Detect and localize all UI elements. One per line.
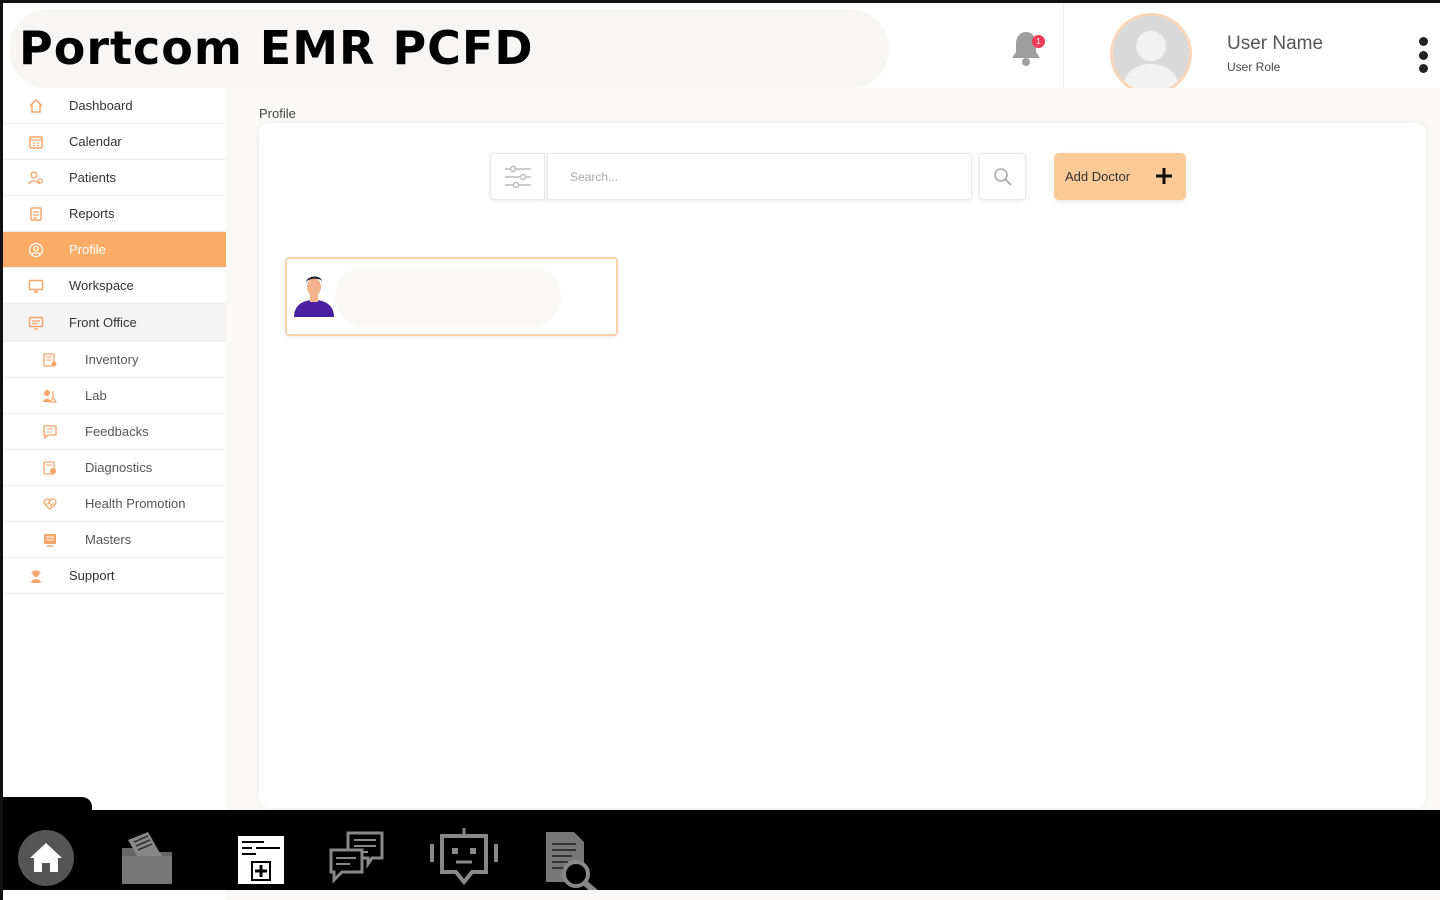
diagnostics-icon <box>41 459 59 477</box>
plus-icon <box>1156 168 1172 184</box>
feedback-icon <box>41 423 59 441</box>
user-silhouette-icon <box>1123 31 1179 92</box>
masters-icon <box>41 531 59 549</box>
inventory-icon <box>41 351 59 369</box>
notification-badge: 1 <box>1032 35 1045 48</box>
sidebar-item-label: Diagnostics <box>85 460 153 475</box>
sidebar-item-patients[interactable]: Patients <box>3 160 226 196</box>
sidebar-item-label: Profile <box>69 242 106 257</box>
window-frame-left <box>0 0 3 900</box>
sidebar-item-front-office[interactable]: Front Office <box>3 304 226 342</box>
profile-icon <box>27 241 45 259</box>
add-doctor-label: Add Doctor <box>1065 169 1131 184</box>
search-icon <box>993 167 1012 186</box>
home-icon <box>27 97 45 115</box>
sidebar-item-diagnostics[interactable]: Diagnostics <box>3 450 226 486</box>
sidebar: Dashboard Calendar Patients Reports Prof… <box>3 88 226 810</box>
sidebar-item-workspace[interactable]: Workspace <box>3 268 226 304</box>
home-icon[interactable] <box>16 828 76 893</box>
sidebar-item-label: Masters <box>85 532 132 547</box>
monitor-icon <box>27 277 45 295</box>
sidebar-item-calendar[interactable]: Calendar <box>3 124 226 160</box>
sidebar-item-reports[interactable]: Reports <box>3 196 226 232</box>
bottom-strip-left <box>0 890 226 900</box>
sidebar-item-inventory[interactable]: Inventory <box>3 342 226 378</box>
lab-icon <box>41 387 59 405</box>
sidebar-item-label: Patients <box>69 170 116 185</box>
calendar-icon <box>27 133 45 151</box>
notification-bell-icon[interactable] <box>1008 28 1044 68</box>
user-role: User Role <box>1227 60 1281 74</box>
sidebar-item-label: Inventory <box>85 352 139 367</box>
sidebar-item-label: Workspace <box>69 278 134 293</box>
more-options-icon[interactable] <box>1413 37 1433 73</box>
sidebar-item-label: Reports <box>69 206 115 221</box>
sidebar-item-profile[interactable]: Profile <box>3 232 226 268</box>
search-input[interactable] <box>547 153 972 200</box>
reports-icon <box>27 205 45 223</box>
sidebar-item-feedbacks[interactable]: Feedbacks <box>3 414 226 450</box>
sidebar-item-masters[interactable]: Masters <box>3 522 226 558</box>
breadcrumb: Profile <box>259 106 296 121</box>
chat-icon[interactable] <box>328 830 386 891</box>
patients-icon <box>27 169 45 187</box>
medical-record-icon[interactable] <box>236 834 286 891</box>
filter-button[interactable] <box>490 153 545 200</box>
bot-icon[interactable] <box>428 826 500 893</box>
documents-icon[interactable] <box>118 830 176 891</box>
sidebar-item-health-promotion[interactable]: Health Promotion <box>3 486 226 522</box>
search-button[interactable] <box>979 153 1026 200</box>
front-office-icon <box>27 314 45 332</box>
sidebar-item-label: Health Promotion <box>85 496 186 511</box>
support-icon <box>27 567 45 585</box>
filter-sliders-icon <box>504 165 531 188</box>
sidebar-item-support[interactable]: Support <box>3 558 226 594</box>
doctor-name-placeholder <box>335 267 561 327</box>
sidebar-item-dashboard[interactable]: Dashboard <box>3 88 226 124</box>
sidebar-item-label: Feedbacks <box>85 424 149 439</box>
app-title: Portcom EMR PCFD <box>19 21 534 75</box>
sidebar-item-label: Dashboard <box>69 98 133 113</box>
sidebar-item-label: Support <box>69 568 115 583</box>
content-card <box>259 123 1426 808</box>
app-header: Portcom EMR PCFD 1 User Name User Role <box>3 3 1440 95</box>
bottom-dock <box>0 810 1440 899</box>
header-divider <box>1063 3 1064 88</box>
doctor-card[interactable] <box>285 257 618 336</box>
sidebar-item-label: Calendar <box>69 134 122 149</box>
sidebar-item-label: Front Office <box>69 315 137 330</box>
add-doctor-button[interactable]: Add Doctor <box>1054 153 1186 200</box>
sidebar-item-lab[interactable]: Lab <box>3 378 226 414</box>
sidebar-item-label: Lab <box>85 388 107 403</box>
user-avatar[interactable] <box>1110 13 1192 95</box>
health-promotion-icon <box>41 495 59 513</box>
doctor-avatar-icon <box>294 276 334 317</box>
user-name: User Name <box>1227 33 1324 54</box>
